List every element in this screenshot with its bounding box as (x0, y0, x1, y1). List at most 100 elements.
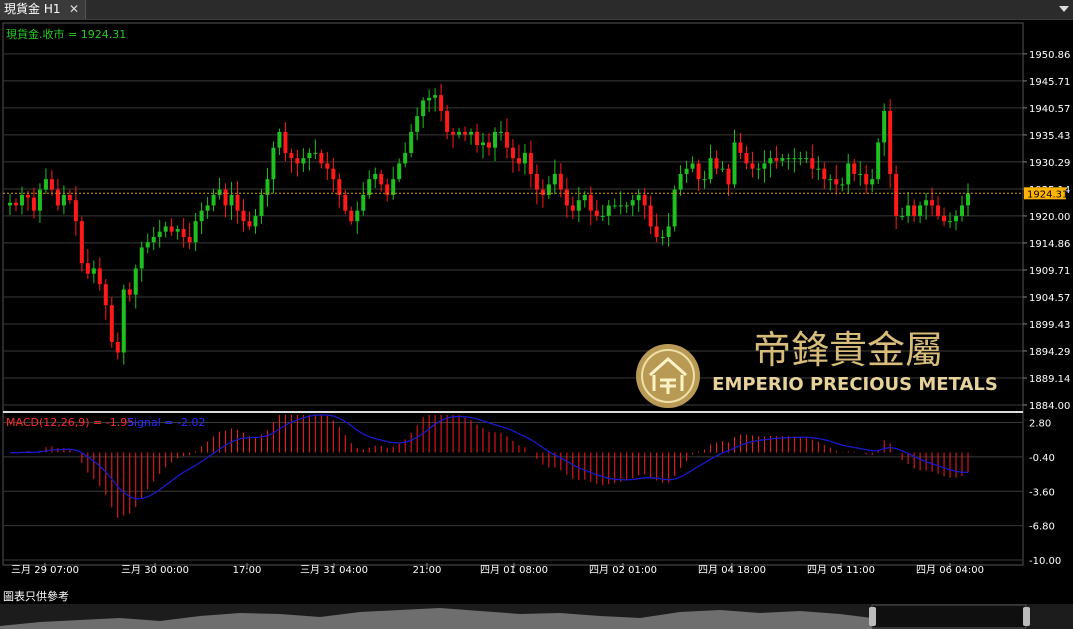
candle-body (792, 158, 797, 160)
candle-body (439, 95, 444, 111)
navigator-left-handle[interactable] (869, 607, 876, 626)
candle-body (361, 194, 366, 211)
candle-body (403, 152, 408, 164)
candle-body (966, 193, 970, 206)
candle-body (43, 179, 48, 190)
navigator-bar[interactable] (0, 604, 1073, 629)
candle-body (163, 226, 168, 232)
candle-body (606, 205, 611, 216)
macd-label: MACD(12,26,9) = -1.95 (6, 416, 134, 429)
candle-body (355, 210, 360, 222)
tab-chart[interactable]: 現貨金 H1 ✕ (0, 0, 86, 19)
candle-body (223, 189, 228, 206)
candle-body (463, 131, 468, 135)
candle-body (744, 152, 749, 164)
candle-body (924, 200, 929, 206)
candle-body (295, 158, 300, 164)
candle-body (451, 131, 456, 135)
time-tick-label: 17:00 (233, 565, 262, 576)
candle-body (421, 100, 426, 117)
price-tick-label: 1945.71 (1029, 77, 1070, 88)
price-tick-label: 1889.14 (1029, 374, 1070, 385)
candle-body (469, 131, 474, 135)
time-tick-label: 21:00 (413, 565, 442, 576)
candle-body (522, 152, 527, 164)
candle-body (816, 168, 821, 170)
candle-body (127, 289, 132, 295)
candle-body (840, 184, 845, 186)
time-tick-label: 四月 01 08:00 (480, 564, 548, 576)
candle-body (379, 173, 384, 185)
candle-body (498, 131, 503, 133)
candle-body (343, 194, 348, 211)
plot-frame (2, 22, 1024, 566)
candle-body (492, 131, 497, 148)
candle-body (283, 131, 288, 153)
candle-body (169, 226, 174, 232)
candle-body (588, 194, 593, 211)
candle-body (277, 131, 282, 148)
candle-body (31, 197, 36, 211)
candlestick-series (8, 83, 970, 365)
candle-body (475, 131, 480, 146)
candle-body (822, 168, 827, 180)
candle-body (211, 194, 216, 206)
candle-body (768, 158, 773, 164)
candle-body (325, 163, 330, 169)
candle-body (876, 142, 881, 180)
candle-body (319, 152, 324, 164)
logo-chinese: 帝鋒貴金屬 (753, 328, 943, 372)
price-label: 現貨金.收市 = 1924.31 (6, 27, 126, 41)
candle-body (834, 179, 839, 185)
candle-body (750, 163, 755, 169)
candle-body (373, 173, 378, 180)
candle-body (301, 158, 306, 164)
time-tick-label: 四月 02 01:00 (589, 564, 657, 576)
candle-body (558, 173, 563, 190)
candle-body (636, 194, 641, 201)
candle-body (181, 229, 186, 237)
candle-body (678, 173, 683, 190)
chevron-down-icon[interactable] (1059, 6, 1069, 12)
candle-body (79, 221, 84, 264)
candle-body (397, 163, 402, 180)
candle-body (666, 226, 671, 237)
candle-body (151, 236, 156, 243)
candle-body (582, 194, 587, 201)
candle-body (67, 194, 72, 201)
candle-body (427, 97, 432, 101)
candle-body (846, 163, 851, 185)
candle-body (690, 163, 695, 169)
candle-body (870, 179, 875, 185)
candle-body (85, 263, 90, 274)
candle-body (858, 173, 863, 175)
chart-area[interactable]: 1950.861945.711940.571935.431930.291925.… (0, 20, 1073, 604)
candle-body (13, 202, 18, 206)
candle-body (648, 205, 653, 227)
candle-body (307, 152, 312, 159)
navigator-window[interactable] (871, 604, 1027, 629)
close-icon[interactable]: ✕ (69, 0, 79, 19)
signal-label: Signal = -2.02 (127, 416, 205, 429)
candle-body (810, 158, 815, 169)
candle-body (55, 189, 60, 206)
candle-body (487, 142, 491, 148)
price-tick-label: 1930.29 (1029, 158, 1070, 169)
grid (2, 22, 1024, 566)
candle-body (8, 202, 12, 206)
candle-body (864, 173, 869, 185)
candle-body (594, 210, 599, 216)
price-tick-label: 1894.29 (1029, 347, 1070, 358)
candle-body (271, 147, 276, 180)
candle-body (259, 194, 264, 216)
candle-body (564, 189, 569, 206)
candle-body (25, 194, 30, 198)
candle-body (265, 179, 270, 195)
candle-body (534, 173, 539, 190)
navigator-right-handle[interactable] (1023, 607, 1030, 626)
time-tick-label: 三月 31 04:00 (300, 564, 368, 576)
candle-body (726, 168, 731, 185)
price-tick-label: 1884.00 (1029, 401, 1070, 412)
candle-body (798, 158, 803, 160)
macd-tick-label: -0.40 (1029, 453, 1055, 464)
